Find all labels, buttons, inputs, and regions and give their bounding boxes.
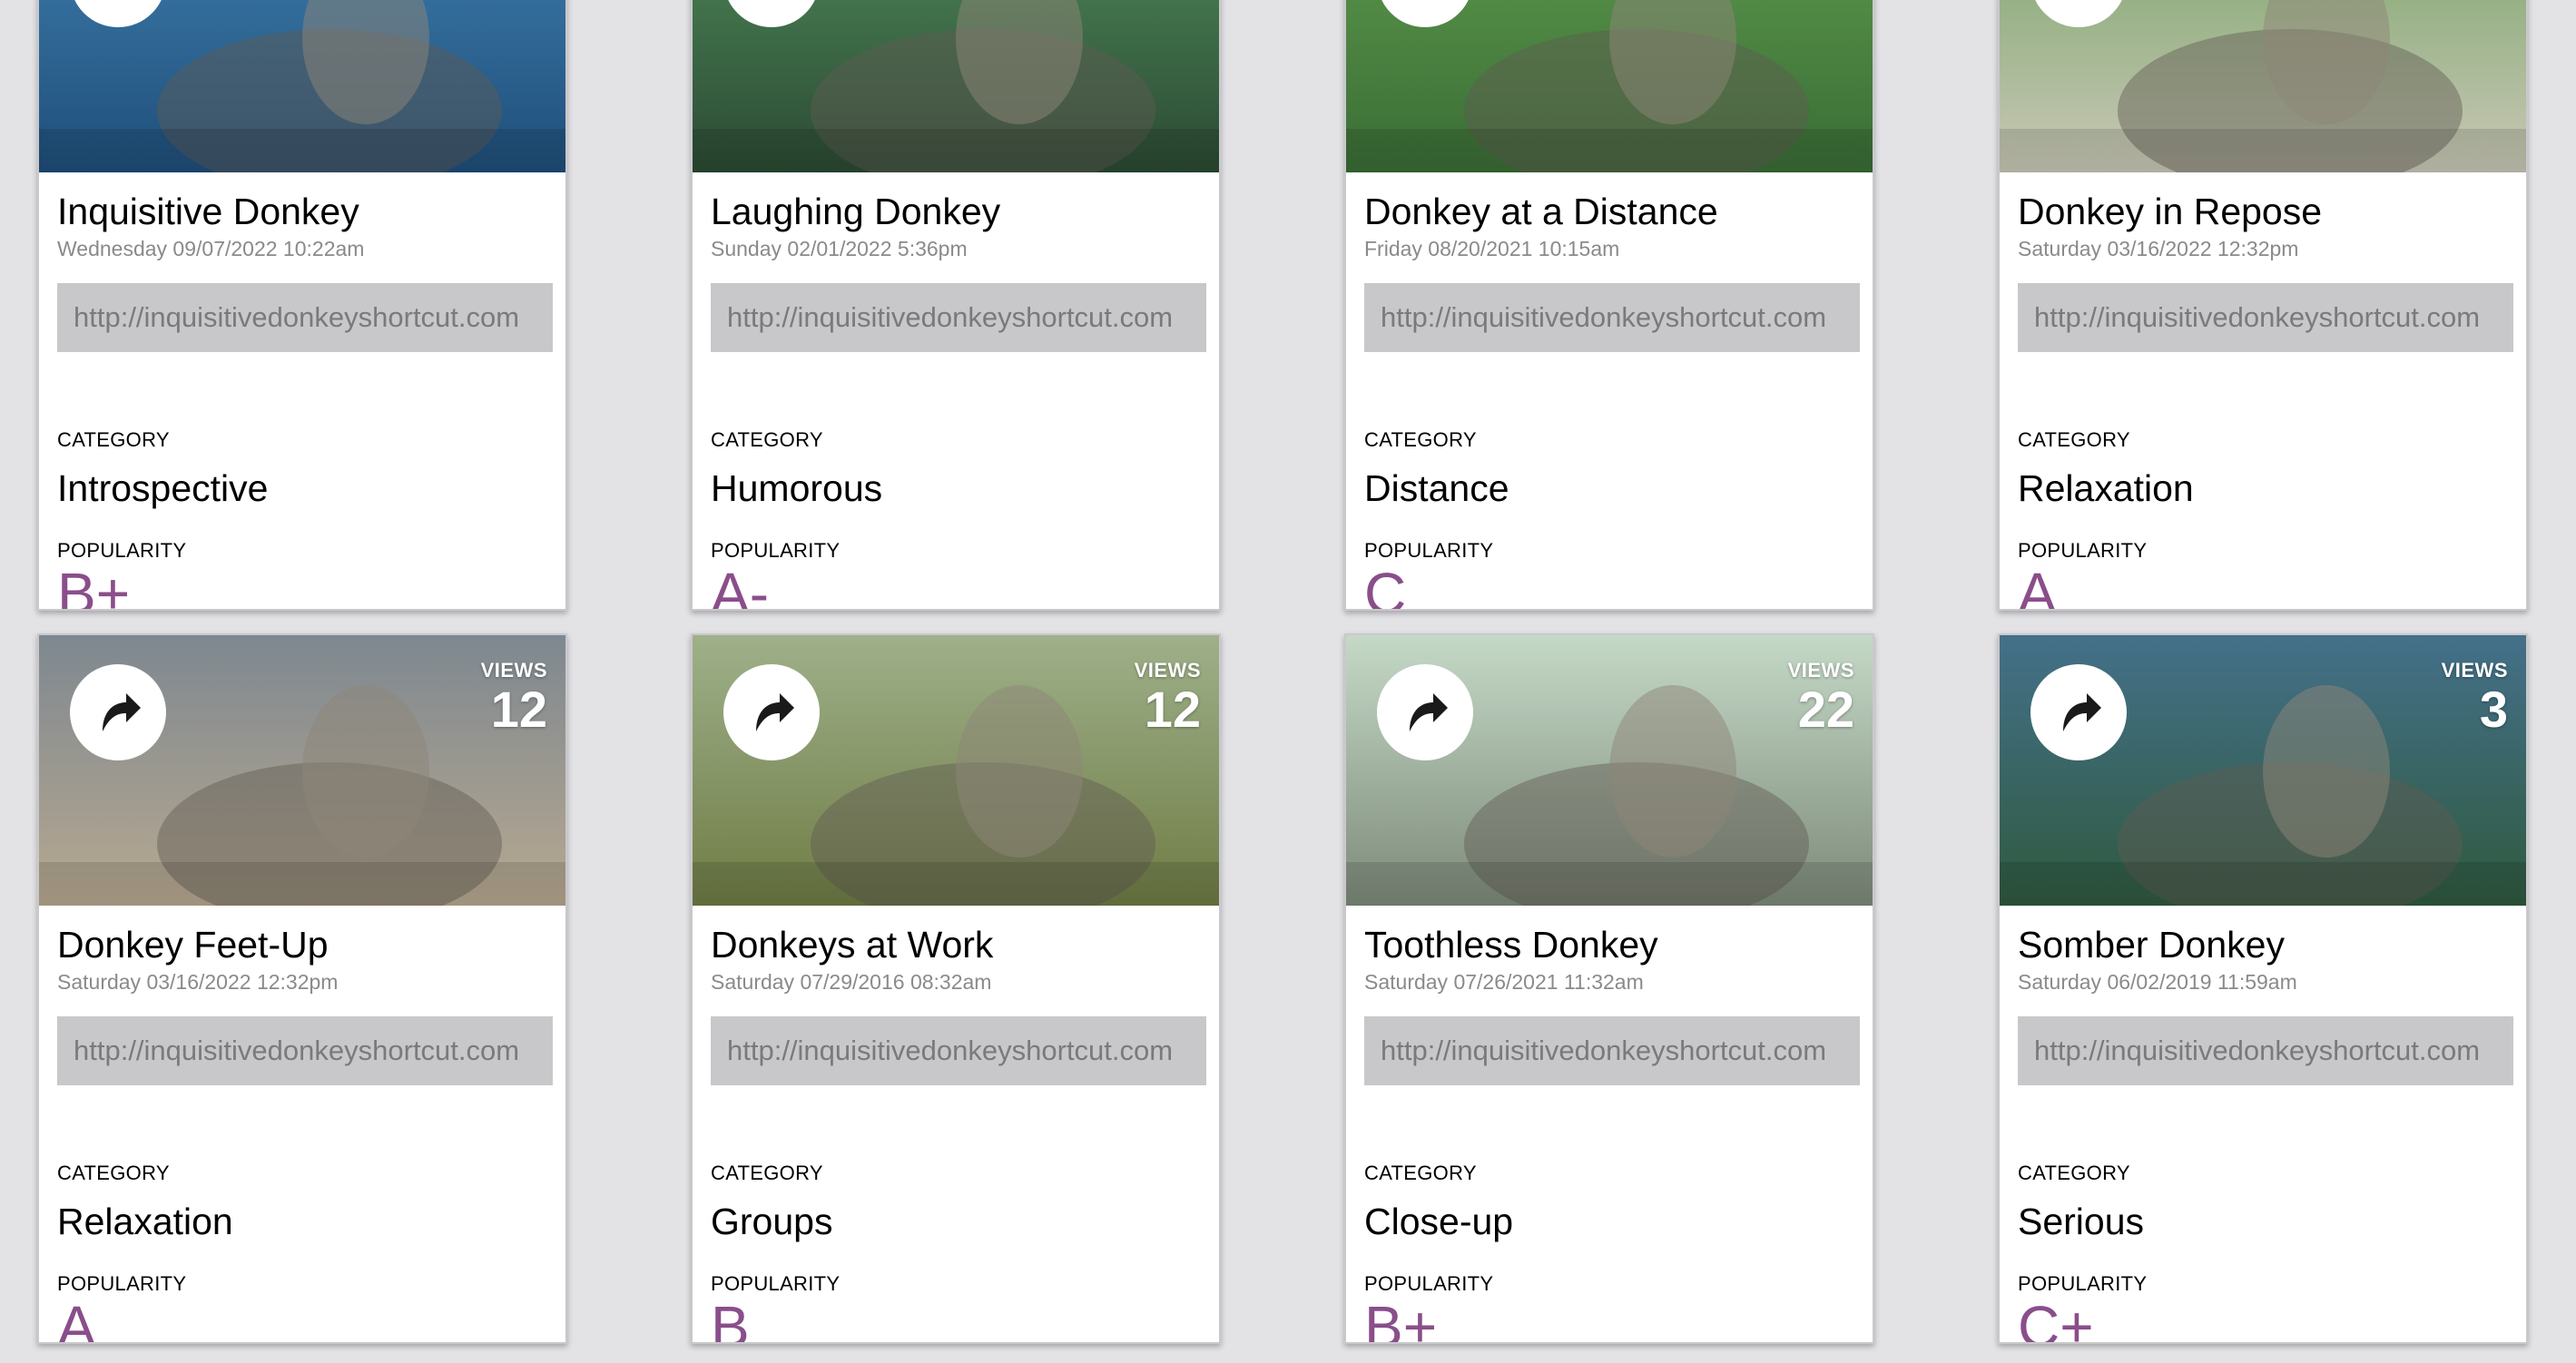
- popularity-label: POPULARITY: [711, 539, 841, 562]
- card-title: Laughing Donkey: [711, 191, 1001, 232]
- views-count: 12: [481, 0, 547, 4]
- card-date: Saturday 07/26/2021 11:32am: [1364, 970, 1644, 994]
- popularity-label: POPULARITY: [1364, 1272, 1494, 1295]
- popularity-grade: A: [57, 1294, 96, 1344]
- views-counter: VIEWS 22: [1788, 659, 1854, 737]
- category-label: CATEGORY: [1364, 428, 1477, 451]
- views-counter: VIEWS12: [1135, 659, 1201, 737]
- card-title: Donkey at a Distance: [1364, 191, 1718, 232]
- card-date: Saturday 07/29/2016 08:32am: [711, 970, 992, 994]
- card-title: Donkey in Repose: [2018, 191, 2323, 232]
- shortcut-url-field[interactable]: [711, 1016, 1206, 1085]
- popularity-grade: B: [711, 1294, 750, 1344]
- card-title: Donkeys at Work: [711, 924, 994, 966]
- popularity-grade: B+: [57, 561, 131, 611]
- category-value: Close-up: [1364, 1201, 1514, 1242]
- category-label: CATEGORY: [57, 1162, 170, 1184]
- category-value: Humorous: [711, 467, 883, 509]
- views-count: 12: [490, 681, 547, 738]
- card-date: Friday 08/20/2021 10:15am: [1364, 237, 1620, 260]
- card-date: Wednesday 09/07/2022 10:22am: [57, 237, 365, 260]
- donkey-card[interactable]: VIEWS 12 Donkey Feet-Up Saturday 03/16/20…: [37, 633, 567, 1344]
- views-label: VIEWS: [1787, 659, 1854, 682]
- views-label: VIEWS: [1134, 659, 1201, 682]
- views-count: 12: [2442, 0, 2508, 4]
- popularity-label: POPULARITY: [2018, 539, 2148, 562]
- shortcut-url-field[interactable]: [57, 283, 553, 352]
- card-date: Saturday 06/02/2019 11:59am: [2018, 970, 2297, 994]
- popularity-grade: B+: [1364, 1294, 1438, 1344]
- shortcut-url-field[interactable]: [2018, 283, 2513, 352]
- share-arrow-icon[interactable]: [723, 664, 820, 760]
- category-value: Distance: [1364, 467, 1509, 509]
- views-count: 12: [1144, 681, 1201, 738]
- donkey-card[interactable]: VIEWS 22 Toothless Donkey Saturday 07/26/…: [1344, 633, 1874, 1344]
- card-date: Sunday 02/01/2022 5:36pm: [711, 237, 968, 260]
- views-label: VIEWS: [2441, 659, 2508, 682]
- views-label: VIEWS: [480, 659, 547, 682]
- card-title: Somber Donkey: [2018, 924, 2285, 966]
- category-label: CATEGORY: [2018, 428, 2130, 451]
- popularity-label: POPULARITY: [1364, 539, 1494, 562]
- donkey-card[interactable]: VIEWS12 Inquisitive Donkey Wednesday 09/…: [37, 0, 567, 611]
- category-value: Introspective: [57, 467, 269, 509]
- views-counter: VIEWS 3: [2442, 659, 2508, 737]
- popularity-grade: C+: [2018, 1294, 2094, 1344]
- card-date: Saturday 03/16/2022 12:32pm: [2018, 237, 2299, 260]
- views-count: 3: [2479, 681, 2508, 738]
- share-arrow-icon[interactable]: [1377, 664, 1473, 760]
- category-label: CATEGORY: [711, 1162, 823, 1184]
- category-value: Relaxation: [2018, 467, 2194, 509]
- popularity-grade: A: [2018, 561, 2057, 611]
- category-label: CATEGORY: [2018, 1162, 2130, 1184]
- popularity-label: POPULARITY: [57, 1272, 187, 1295]
- shortcut-url-field[interactable]: [711, 283, 1206, 352]
- category-value: Groups: [711, 1201, 833, 1242]
- shortcut-url-field[interactable]: [57, 1016, 553, 1085]
- popularity-label: POPULARITY: [57, 539, 187, 562]
- popularity-grade: A-: [711, 561, 769, 611]
- category-label: CATEGORY: [711, 428, 823, 451]
- card-date: Saturday 03/16/2022 12:32pm: [57, 970, 339, 994]
- donkey-card[interactable]: VIEWS Donkey at a Distance Friday 08/20/…: [1344, 0, 1874, 611]
- category-label: CATEGORY: [1364, 1162, 1477, 1184]
- shortcut-url-field[interactable]: [1364, 1016, 1860, 1085]
- views-counter: VIEWS12: [481, 0, 547, 4]
- category-value: Relaxation: [57, 1201, 233, 1242]
- views-count: 22: [1797, 681, 1854, 738]
- views-counter: VIEWS12: [2442, 0, 2508, 4]
- donkey-card[interactable]: VIEWS12 Donkey in Repose Saturday 03/16/…: [1998, 0, 2528, 611]
- shortcut-url-field[interactable]: [2018, 1016, 2513, 1085]
- popularity-label: POPULARITY: [711, 1272, 841, 1295]
- category-label: CATEGORY: [57, 428, 170, 451]
- share-arrow-icon[interactable]: [70, 664, 166, 760]
- card-grid: VIEWS12 Inquisitive Donkey Wednesday 09/…: [0, 0, 2576, 1363]
- donkey-card[interactable]: VIEWS 12 Donkeys at Work Saturday 07/29/2…: [691, 633, 1221, 1344]
- card-title: Donkey Feet-Up: [57, 924, 329, 966]
- donkey-card[interactable]: VIEWS 3 Somber Donkey Saturday 06/02/2019…: [1998, 633, 2528, 1344]
- card-title: Inquisitive Donkey: [57, 191, 359, 232]
- donkey-card[interactable]: VIEWS Laughing Donkey Sunday 02/01/2022 …: [691, 0, 1221, 611]
- popularity-grade: C: [1364, 561, 1407, 611]
- category-value: Serious: [2018, 1201, 2145, 1242]
- share-arrow-icon[interactable]: [2030, 664, 2127, 760]
- shortcut-url-field[interactable]: [1364, 283, 1860, 352]
- card-title: Toothless Donkey: [1364, 924, 1658, 966]
- popularity-label: POPULARITY: [2018, 1272, 2148, 1295]
- views-counter: VIEWS12: [481, 659, 547, 737]
